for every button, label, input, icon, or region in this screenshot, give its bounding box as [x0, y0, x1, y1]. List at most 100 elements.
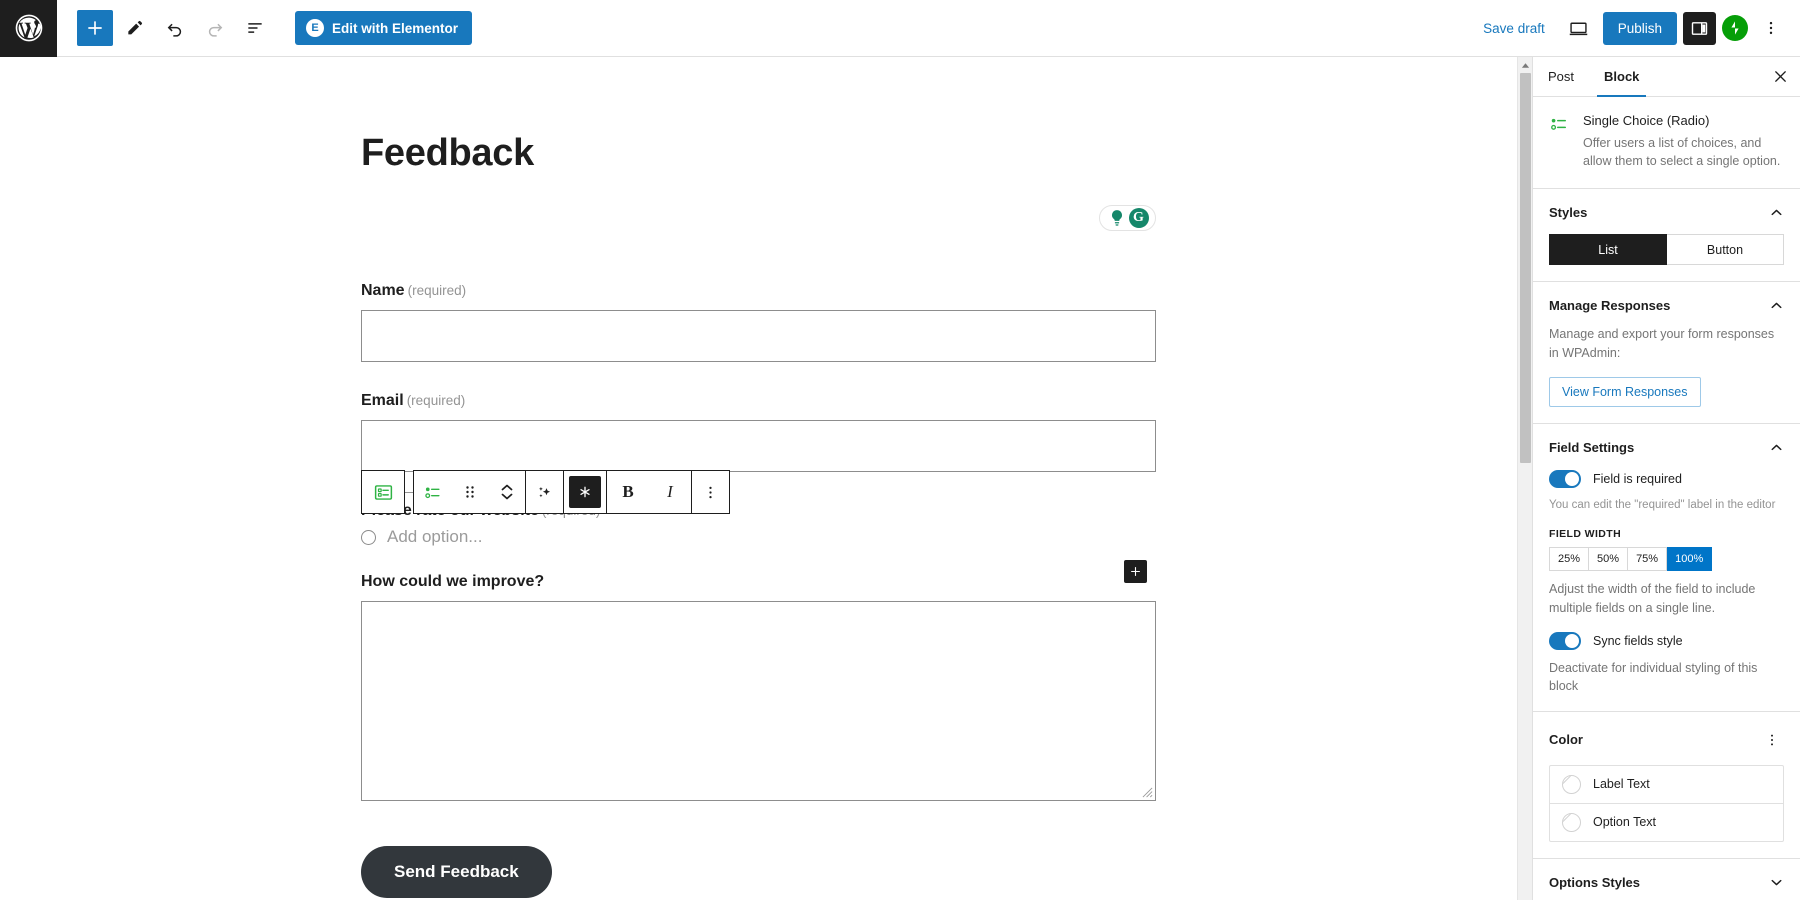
more-options-button[interactable] [1754, 11, 1788, 45]
list-view-button[interactable] [237, 10, 273, 46]
drag-dots-icon [462, 484, 478, 500]
plus-icon [85, 18, 105, 38]
style-option-button[interactable]: Button [1667, 234, 1784, 265]
editor-top-bar: E Edit with Elementor Save draft Publish [0, 0, 1800, 57]
publish-button[interactable]: Publish [1603, 12, 1677, 45]
sync-fields-help: Deactivate for individual styling of thi… [1549, 659, 1784, 695]
radio-list-icon [423, 483, 442, 502]
jetpack-icon [1727, 20, 1743, 36]
save-draft-button[interactable]: Save draft [1473, 15, 1555, 42]
field-width-options: 25% 50% 75% 100% [1549, 547, 1784, 571]
undo-button[interactable] [157, 10, 193, 46]
send-feedback-button[interactable]: Send Feedback [361, 846, 552, 898]
bold-button[interactable]: B [607, 471, 649, 513]
radio-option-row[interactable]: Add option... [361, 527, 1156, 547]
kebab-menu-icon [702, 484, 719, 501]
block-info-text: Single Choice (Radio) Offer users a list… [1583, 113, 1784, 170]
radio-circle-icon [361, 530, 376, 545]
add-option-button[interactable] [1124, 560, 1147, 583]
top-bar-actions: Save draft Publish [1473, 10, 1800, 46]
close-icon [1773, 69, 1788, 84]
required-toggle-button[interactable] [569, 476, 601, 508]
field-settings-header[interactable]: Field Settings [1549, 440, 1784, 455]
block-toolbar-main: B I [413, 470, 730, 514]
chevron-up-icon [1769, 205, 1784, 220]
kebab-menu-icon [1764, 732, 1780, 748]
add-block-button[interactable] [77, 10, 113, 46]
label-text: How could we improve? [361, 573, 544, 590]
editor-canvas: Feedback G Name(required) Email(required… [0, 57, 1517, 900]
email-input[interactable] [361, 420, 1156, 472]
resize-handle-icon[interactable] [1142, 787, 1153, 798]
add-option-placeholder[interactable]: Add option... [387, 527, 482, 547]
name-input[interactable] [361, 310, 1156, 362]
field-width-25[interactable]: 25% [1549, 547, 1589, 571]
field-width-50[interactable]: 50% [1589, 547, 1628, 571]
block-more-options-button[interactable] [692, 471, 729, 513]
jetpack-button[interactable] [1722, 15, 1748, 41]
color-swatch-empty-icon [1562, 775, 1581, 794]
tab-post[interactable]: Post [1533, 57, 1589, 96]
color-section-header: Color [1549, 728, 1784, 752]
move-block-updown[interactable] [488, 471, 525, 513]
field-settings-title: Field Settings [1549, 440, 1634, 455]
scroll-up-arrow[interactable] [1518, 57, 1533, 73]
form-block-icon [373, 482, 394, 503]
chevron-down-icon [1769, 875, 1784, 890]
toolbar-group-ai [526, 471, 563, 513]
close-sidebar-button[interactable] [1760, 57, 1800, 96]
field-required-label: Field is required [1593, 472, 1682, 486]
options-styles-title: Options Styles [1549, 875, 1640, 890]
form-field-improve: How could we improve? [361, 573, 1156, 801]
block-info-card: Single Choice (Radio) Offer users a list… [1533, 97, 1800, 189]
color-section-title: Color [1549, 732, 1583, 747]
italic-button[interactable]: I [649, 471, 691, 513]
toolbar-group-more [692, 471, 729, 513]
color-item-name: Label Text [1593, 777, 1650, 791]
edit-tool-button[interactable] [117, 10, 153, 46]
style-variation-toggle: List Button [1549, 234, 1784, 265]
manage-responses-header[interactable]: Manage Responses [1549, 298, 1784, 313]
block-title: Single Choice (Radio) [1583, 113, 1784, 128]
style-option-list[interactable]: List [1549, 234, 1667, 265]
plus-icon [1129, 565, 1142, 578]
select-parent-form-block-button[interactable] [361, 470, 405, 514]
asterisk-icon [577, 484, 593, 500]
move-arrows-icon [499, 482, 515, 502]
form-field-email: Email(required) [361, 392, 1156, 472]
options-styles-header[interactable]: Options Styles [1549, 875, 1784, 890]
toolbar-group-format: B I [607, 471, 691, 513]
sync-fields-toggle[interactable] [1549, 632, 1581, 650]
color-options-button[interactable] [1760, 728, 1784, 752]
wordpress-logo-button[interactable] [0, 0, 57, 57]
preview-button[interactable] [1561, 10, 1597, 46]
tab-block[interactable]: Block [1589, 57, 1654, 96]
color-item-label-text[interactable]: Label Text [1550, 766, 1783, 803]
section-manage-responses: Manage Responses Manage and export your … [1533, 282, 1800, 424]
field-required-toggle[interactable] [1549, 470, 1581, 488]
field-label-email: Email(required) [361, 392, 1156, 410]
improve-textarea[interactable] [361, 601, 1156, 801]
view-form-responses-button[interactable]: View Form Responses [1549, 377, 1701, 407]
desktop-preview-icon [1568, 18, 1589, 39]
required-note: (required) [408, 283, 467, 298]
manage-responses-title: Manage Responses [1549, 298, 1670, 313]
color-item-option-text[interactable]: Option Text [1550, 803, 1783, 841]
field-width-75[interactable]: 75% [1628, 547, 1667, 571]
chevron-up-icon [1521, 61, 1530, 70]
drag-handle[interactable] [451, 471, 488, 513]
label-text: Email [361, 392, 404, 409]
edit-with-elementor-button[interactable]: E Edit with Elementor [295, 11, 472, 45]
form-field-name: Name(required) [361, 282, 1156, 362]
ai-assistant-button[interactable] [526, 471, 563, 513]
editor-scrollbar[interactable] [1517, 57, 1532, 900]
post-title[interactable]: Feedback [361, 132, 534, 175]
kebab-menu-icon [1762, 19, 1780, 37]
grammarly-widget[interactable]: G [1099, 205, 1156, 231]
settings-sidebar-toggle[interactable] [1683, 12, 1716, 45]
redo-button[interactable] [197, 10, 233, 46]
block-type-radio-button[interactable] [414, 471, 451, 513]
field-width-100[interactable]: 100% [1667, 547, 1712, 571]
styles-section-header[interactable]: Styles [1549, 205, 1784, 220]
scrollbar-thumb[interactable] [1520, 73, 1531, 463]
